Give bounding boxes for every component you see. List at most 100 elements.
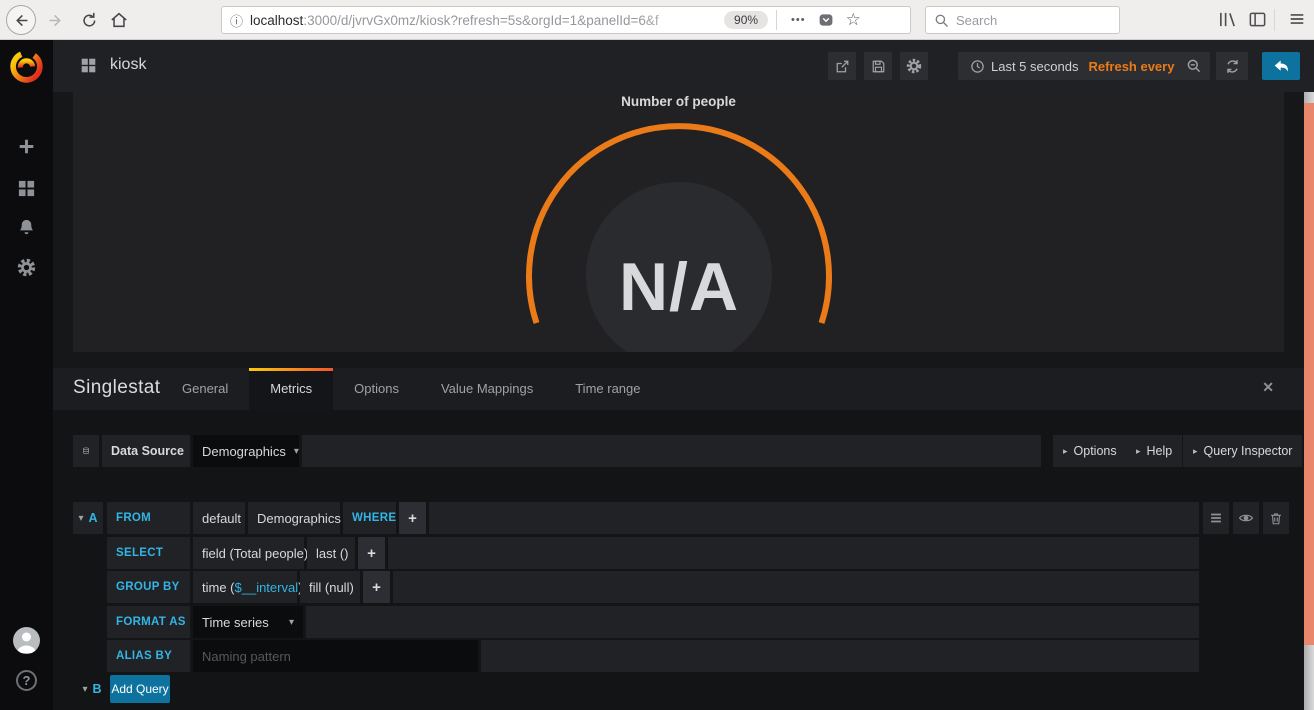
chevron-down-icon: ▾ — [288, 616, 294, 628]
search-input[interactable] — [956, 12, 1096, 28]
alias-by-label: ALIAS BY — [107, 640, 190, 672]
editor-tabs: General Metrics Options Value Mappings T… — [161, 368, 662, 410]
tab-value-mappings[interactable]: Value Mappings — [420, 368, 554, 410]
datasource-db-icon — [73, 435, 99, 467]
chevron-down-icon: ▾ — [293, 445, 299, 457]
datasource-select[interactable]: Demographics ▾ — [193, 435, 299, 467]
url-text: localhost:3000/d/jvrvGx0mz/kiosk?refresh… — [250, 12, 721, 28]
group-by-add-icon[interactable]: + — [363, 571, 390, 603]
group-by-label: GROUP BY — [107, 571, 190, 603]
from-label: FROM — [107, 502, 190, 534]
tab-general[interactable]: General — [161, 368, 249, 410]
alerting-bell-icon[interactable] — [0, 210, 53, 244]
user-avatar[interactable] — [13, 627, 40, 654]
configuration-gear-icon[interactable] — [0, 250, 53, 284]
close-editor-icon[interactable]: ✕ — [1262, 379, 1274, 396]
grafana-sidebar: ? — [0, 40, 53, 710]
dashboards-grid-icon[interactable] — [0, 171, 53, 205]
browser-search[interactable] — [925, 6, 1120, 34]
alias-by-input[interactable] — [202, 648, 462, 664]
home-icon[interactable] — [104, 5, 134, 35]
query-ref-letter: B — [92, 682, 102, 696]
row-trash-icon[interactable] — [1263, 502, 1289, 534]
site-info-icon[interactable]: ⓘ — [230, 11, 243, 30]
scrollbar-thumb[interactable] — [1304, 103, 1314, 645]
options-button[interactable]: ▸ Options — [1053, 435, 1127, 467]
search-icon — [935, 14, 948, 27]
query-inspector-button[interactable]: ▸ Query Inspector — [1183, 435, 1303, 467]
reload-icon[interactable] — [74, 5, 104, 35]
panel-editor-header: Singlestat General Metrics Options Value… — [53, 368, 1314, 410]
refresh-interval-label: Refresh every 5s — [1088, 58, 1193, 74]
create-plus-icon[interactable] — [0, 129, 53, 163]
settings-gear-icon[interactable] — [900, 52, 928, 80]
save-icon[interactable] — [864, 52, 892, 80]
select-label: SELECT — [107, 537, 190, 569]
bookmark-star-icon[interactable]: ☆ — [846, 10, 861, 30]
row-eye-icon[interactable] — [1233, 502, 1259, 534]
alias-by-filler — [481, 640, 1199, 672]
tab-options[interactable]: Options — [333, 368, 420, 410]
browser-toolbar: ⓘ localhost:3000/d/jvrvGx0mz/kiosk?refre… — [0, 0, 1314, 40]
clock-icon — [971, 59, 984, 73]
grafana-app: ? kiosk Last 5 seconds Refresh every 5s — [0, 40, 1314, 710]
row-menu-icon[interactable] — [1203, 502, 1229, 534]
from-measurement[interactable]: Demographics — [248, 502, 341, 534]
group-by-filler — [393, 571, 1199, 603]
where-add-icon[interactable]: + — [399, 502, 426, 534]
back-to-dashboard-icon[interactable] — [1262, 52, 1300, 80]
query-ref-letter: A — [88, 511, 98, 525]
select-aggregation[interactable]: last () — [307, 537, 355, 569]
dashboard-title[interactable]: kiosk — [110, 56, 146, 74]
tab-time-range[interactable]: Time range — [554, 368, 661, 410]
datasource-filler — [302, 435, 1041, 467]
back-icon[interactable] — [6, 5, 36, 35]
where-label[interactable]: WHERE — [343, 502, 396, 534]
format-as-filler — [306, 606, 1199, 638]
library-icon[interactable] — [1218, 10, 1237, 34]
query-b-collapse[interactable]: ▾ B — [73, 675, 103, 703]
grafana-logo[interactable] — [8, 48, 45, 85]
singlestat-panel[interactable]: Number of people N/A — [73, 92, 1284, 352]
chevron-down-icon: ▾ — [82, 683, 88, 695]
alias-by-field[interactable] — [193, 640, 478, 672]
forward-icon[interactable] — [40, 5, 70, 35]
select-add-icon[interactable]: + — [358, 537, 385, 569]
screen: ⓘ localhost:3000/d/jvrvGx0mz/kiosk?refre… — [0, 0, 1314, 710]
format-as-label: FORMAT AS — [107, 606, 190, 638]
editor-heading: Singlestat — [73, 377, 161, 398]
share-icon[interactable] — [828, 52, 856, 80]
refresh-icon[interactable] — [1216, 52, 1248, 80]
group-by-time[interactable]: time ($__interval) — [193, 571, 302, 603]
url-bar[interactable]: ⓘ localhost:3000/d/jvrvGx0mz/kiosk?refre… — [221, 6, 911, 34]
menu-icon[interactable] — [1288, 10, 1306, 33]
chevron-right-icon: ▸ — [1136, 445, 1141, 456]
pocket-icon[interactable] — [818, 12, 834, 28]
group-by-fill[interactable]: fill (null) — [300, 571, 360, 603]
from-policy[interactable]: default — [193, 502, 245, 534]
chevron-right-icon: ▸ — [1063, 445, 1068, 456]
query-a-collapse[interactable]: ▾ A — [73, 502, 103, 534]
zoom-out-icon[interactable] — [1178, 52, 1210, 80]
time-picker[interactable]: Last 5 seconds Refresh every 5s — [958, 52, 1205, 80]
url-fade — [640, 12, 721, 28]
time-range-label: Last 5 seconds — [991, 58, 1079, 74]
format-as-select[interactable]: Time series ▾ — [193, 606, 303, 638]
sidebars-icon[interactable] — [1248, 10, 1267, 34]
select-field[interactable]: field (Total people) — [193, 537, 308, 569]
help-button[interactable]: ▸ Help — [1126, 435, 1183, 467]
zoom-level-badge[interactable]: 90% — [724, 11, 769, 29]
page-actions-icon[interactable]: ••• — [791, 14, 806, 26]
select-filler — [388, 537, 1199, 569]
help-icon[interactable]: ? — [16, 670, 37, 691]
tab-metrics[interactable]: Metrics — [249, 368, 334, 410]
gauge-value: N/A — [618, 249, 740, 325]
dashboard-navbar: kiosk Last 5 seconds Refresh every 5s — [53, 40, 1314, 92]
from-filler — [429, 502, 1199, 534]
dashboard-grid-icon[interactable] — [80, 57, 97, 79]
dashboard-scroll-area: Number of people N/A Singlestat General … — [53, 92, 1314, 710]
chevron-down-icon: ▾ — [78, 512, 84, 524]
page-scrollbar[interactable] — [1304, 92, 1314, 710]
add-query-button[interactable]: Add Query — [110, 675, 170, 703]
chevron-right-icon: ▸ — [1193, 445, 1198, 456]
